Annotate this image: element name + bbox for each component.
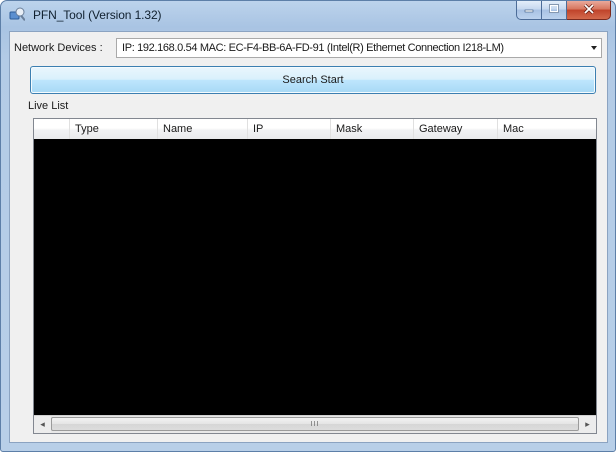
- scrollbar-thumb[interactable]: III: [51, 417, 579, 431]
- caption-buttons: [516, 1, 611, 20]
- minimize-icon: [524, 4, 534, 16]
- live-list-view[interactable]: Type Name IP Mask Gateway Mac ◂ III ▸: [33, 118, 597, 434]
- arrow-right-icon: ▸: [585, 419, 590, 429]
- list-header: Type Name IP Mask Gateway Mac: [34, 119, 596, 140]
- column-header-mask[interactable]: Mask: [331, 119, 414, 139]
- network-devices-dropdown[interactable]: IP: 192.168.0.54 MAC: EC-F4-BB-6A-FD-91 …: [116, 38, 602, 58]
- maximize-button[interactable]: [542, 1, 567, 20]
- scroll-right-button[interactable]: ▸: [579, 416, 596, 433]
- app-window: PFN_Tool (Version 1.32) Network Devices …: [0, 0, 616, 452]
- column-header-type[interactable]: Type: [70, 119, 158, 139]
- network-tool-icon: [9, 7, 26, 23]
- close-button[interactable]: [567, 1, 611, 20]
- column-header-mac[interactable]: Mac: [498, 119, 596, 139]
- horizontal-scrollbar[interactable]: ◂ III ▸: [34, 415, 596, 433]
- search-start-button[interactable]: Search Start: [30, 66, 596, 94]
- scroll-left-button[interactable]: ◂: [34, 416, 51, 433]
- dropdown-arrow-icon: [591, 46, 597, 50]
- column-header-blank[interactable]: [34, 119, 70, 139]
- column-header-ip[interactable]: IP: [248, 119, 331, 139]
- network-devices-label: Network Devices :: [14, 42, 103, 54]
- close-icon: [583, 3, 595, 17]
- live-list-label: Live List: [28, 100, 69, 112]
- maximize-icon: [549, 4, 559, 16]
- list-body[interactable]: [34, 139, 596, 415]
- column-header-name[interactable]: Name: [158, 119, 248, 139]
- network-devices-selected: IP: 192.168.0.54 MAC: EC-F4-BB-6A-FD-91 …: [122, 42, 504, 54]
- scrollbar-grip: III: [310, 420, 320, 428]
- title-bar[interactable]: PFN_Tool (Version 1.32): [1, 1, 615, 29]
- column-header-gateway[interactable]: Gateway: [414, 119, 498, 139]
- client-area: Network Devices : IP: 192.168.0.54 MAC: …: [9, 31, 608, 443]
- window-title: PFN_Tool (Version 1.32): [33, 8, 162, 22]
- arrow-left-icon: ◂: [40, 419, 45, 429]
- minimize-button[interactable]: [516, 1, 542, 20]
